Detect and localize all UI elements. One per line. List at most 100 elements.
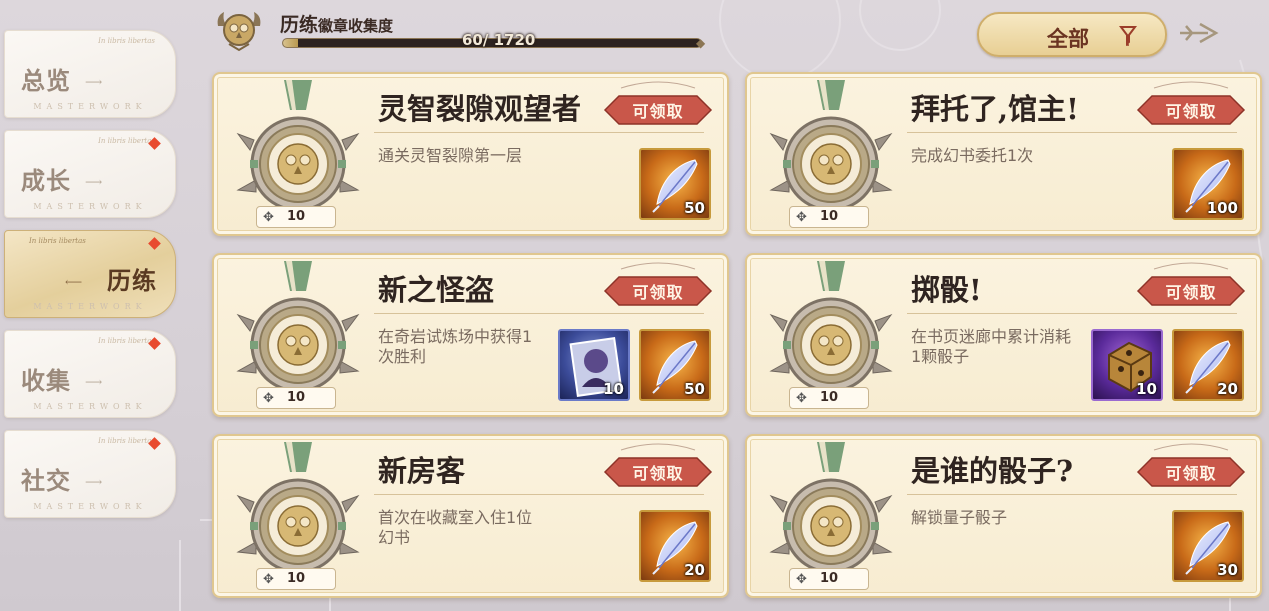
achievement-card: ✥ 10 新之怪盗在奇岩试炼场中获得1次胜利 可领取 10 50 [212, 253, 729, 417]
reward-item[interactable]: 20 [1172, 329, 1244, 401]
sidebar-item-experience[interactable]: In libris libertas ⟵ 历练 MASTERWORK [4, 230, 176, 318]
reward-quantity: 100 [1206, 199, 1238, 217]
progress-fill [283, 39, 298, 47]
claim-label: 可领取 [1165, 102, 1217, 121]
reward-item[interactable]: 50 [639, 329, 711, 401]
achievement-title: 新之怪盗 [378, 273, 495, 307]
reward-item[interactable]: 30 [1172, 510, 1244, 582]
achievement-description: 通关灵智裂隙第一层 [378, 146, 523, 165]
reward-quantity: 50 [684, 380, 705, 398]
reward-item[interactable]: 10 [1091, 329, 1163, 401]
achievement-description: 完成幻书委托1次 [911, 146, 1034, 165]
medal-count: 10 [287, 571, 306, 586]
gear-icon: ✥ [796, 391, 807, 406]
claim-button[interactable]: 可领取 [1132, 440, 1250, 500]
achievement-card: ✥ 10 是谁的骰子? 解锁量子骰子 可领取 30 [745, 434, 1262, 598]
achievement-description: 在书页迷廊中累计消耗1颗骰子 [911, 327, 1072, 366]
sidebar-item-tagline: In libris libertas [98, 437, 155, 445]
claim-button[interactable]: 可领取 [1132, 259, 1250, 319]
filter-button[interactable]: 全部 [977, 12, 1167, 57]
medal-count-badge: ✥ 10 [256, 387, 336, 409]
page-subtitle: 徽章收集度 [318, 17, 394, 35]
sidebar-item-label: 社交 [21, 466, 71, 495]
reward-quantity: 20 [684, 561, 705, 579]
funnel-icon [1119, 24, 1137, 51]
page-title: 历练徽章收集度 [280, 10, 393, 37]
sidebar-item-label: 收集 [21, 366, 71, 395]
sidebar-item-label: 历练 [107, 266, 157, 295]
sidebar-item-social[interactable]: In libris libertas 社交 ⟶ MASTERWORK [4, 430, 176, 518]
achievement-title: 拜托了,馆主! [911, 92, 1079, 126]
gear-icon: ✥ [263, 210, 274, 225]
claim-label: 可领取 [632, 283, 684, 302]
sidebar-item-overview[interactable]: In libris libertas 总览 ⟶ MASTERWORK [4, 30, 176, 118]
reward-quantity: 20 [1217, 380, 1238, 398]
sidebar-item-tagline: In libris libertas [98, 337, 155, 345]
medal-count: 10 [287, 390, 306, 405]
sidebar-item-footer: MASTERWORK [33, 402, 147, 411]
medal-count: 10 [820, 571, 839, 586]
reward-item[interactable]: 50 [639, 148, 711, 220]
filter-label: 全部 [1047, 26, 1089, 51]
medal-count-badge: ✥ 10 [789, 206, 869, 228]
achievement-card: ✥ 10 新房客首次在收藏室入住1位幻书 可领取 20 [212, 434, 729, 598]
arrow-ornament-icon: ⟶ [85, 475, 103, 489]
medal-count-badge: ✥ 10 [256, 568, 336, 590]
badge-collection-progress: 60/ 1720 ◆ [282, 31, 710, 50]
sidebar-item-collection[interactable]: In libris libertas 收集 ⟶ MASTERWORK [4, 330, 176, 418]
achievement-card: ✥ 10 灵智裂隙观望者 通关灵智裂隙第一层 可领取 50 [212, 72, 729, 236]
sidebar-item-tagline: In libris libertas [98, 137, 155, 145]
claim-label: 可领取 [632, 464, 684, 483]
achievement-title: 是谁的骰子? [911, 454, 1073, 488]
claim-label: 可领取 [1165, 464, 1217, 483]
sidebar-item-tagline: In libris libertas [98, 37, 155, 45]
gear-icon: ✥ [263, 572, 274, 587]
medal-count: 10 [287, 209, 306, 224]
sidebar-item-growth[interactable]: In libris libertas 成长 ⟶ MASTERWORK [4, 130, 176, 218]
medal-count-badge: ✥ 10 [789, 387, 869, 409]
reward-item[interactable]: 20 [639, 510, 711, 582]
achievement-title: 新房客 [378, 454, 466, 488]
medal-count: 10 [820, 209, 839, 224]
achievement-card: ✥ 10 掷骰! 在书页迷廊中累计消耗1颗骰子 可领取 10 20 [745, 253, 1262, 417]
medal-count: 10 [820, 390, 839, 405]
reward-item[interactable]: 100 [1172, 148, 1244, 220]
sidebar-item-tagline: In libris libertas [29, 237, 86, 245]
sidebar-item-footer: MASTERWORK [33, 102, 147, 111]
achievement-card: ✥ 10 拜托了,馆主! 完成幻书委托1次 可领取 100 [745, 72, 1262, 236]
gear-icon: ✥ [796, 572, 807, 587]
arrow-right-icon[interactable] [1178, 18, 1220, 48]
reward-quantity: 30 [1217, 561, 1238, 579]
claim-button[interactable]: 可领取 [599, 78, 717, 138]
sidebar-item-footer: MASTERWORK [33, 202, 147, 211]
reward-quantity: 10 [603, 380, 624, 398]
arrow-ornament-icon: ⟵ [65, 275, 83, 289]
claim-button[interactable]: 可领取 [599, 440, 717, 500]
medal-count-badge: ✥ 10 [789, 568, 869, 590]
progress-text: 60/ 1720 [462, 31, 536, 49]
reward-quantity: 10 [1136, 380, 1157, 398]
gear-icon: ✥ [263, 391, 274, 406]
achievement-title: 掷骰! [911, 273, 982, 307]
page-title-main: 历练 [280, 14, 319, 36]
sidebar-item-label: 总览 [21, 66, 71, 95]
claim-button[interactable]: 可领取 [599, 259, 717, 319]
notification-badge-icon [148, 237, 161, 250]
achievement-description: 在奇岩试炼场中获得1次胜利 [378, 327, 533, 366]
arrow-ornament-icon: ⟶ [85, 175, 103, 189]
progress-end-icon: ◆ [696, 36, 706, 50]
arrow-ornament-icon: ⟶ [85, 375, 103, 389]
claim-button[interactable]: 可领取 [1132, 78, 1250, 138]
sidebar-item-footer: MASTERWORK [33, 302, 147, 311]
sidebar-item-label: 成长 [21, 166, 71, 195]
claim-label: 可领取 [632, 102, 684, 121]
achievement-description: 首次在收藏室入住1位幻书 [378, 508, 533, 547]
sidebar-item-footer: MASTERWORK [33, 502, 147, 511]
claim-label: 可领取 [1165, 283, 1217, 302]
achievement-description: 解锁量子骰子 [911, 508, 1008, 527]
reward-item[interactable]: 10 [558, 329, 630, 401]
owl-emblem-icon [217, 12, 261, 52]
gear-icon: ✥ [796, 210, 807, 225]
medal-count-badge: ✥ 10 [256, 206, 336, 228]
reward-quantity: 50 [684, 199, 705, 217]
